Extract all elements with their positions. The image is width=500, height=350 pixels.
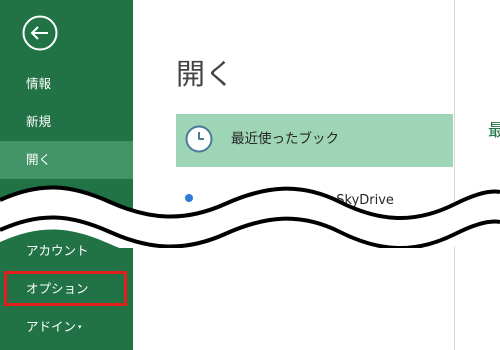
- page-title: 開く: [176, 57, 235, 91]
- sidebar-item-new[interactable]: 新規: [0, 103, 133, 141]
- place-recent-workbooks-label: 最近使ったブック: [231, 131, 339, 147]
- dropdown-caret-icon: ▾: [78, 323, 82, 331]
- back-arrow-icon: [22, 15, 58, 51]
- sidebar-item-info[interactable]: 情報: [0, 65, 133, 103]
- recent-list-heading: 最: [488, 121, 500, 141]
- skydrive-icon: [185, 194, 193, 202]
- sidebar-item-account[interactable]: アカウント: [0, 232, 133, 270]
- addins-label: アドイン: [26, 319, 77, 334]
- sidebar-item-open[interactable]: 開く: [0, 141, 133, 179]
- back-button[interactable]: [21, 14, 59, 52]
- place-skydrive-label: 都 さんの SkyDrive: [276, 193, 394, 208]
- sidebar-item-addins[interactable]: アドイン ▾: [0, 308, 133, 346]
- place-skydrive[interactable]: 都 さんの SkyDrive: [176, 185, 456, 215]
- sidebar-item-save[interactable]: 上書き保存: [0, 179, 133, 217]
- column-divider: [454, 0, 455, 350]
- place-recent-workbooks[interactable]: 最近使ったブック: [176, 114, 453, 167]
- clock-icon: [185, 125, 213, 153]
- options-highlight-outline: [4, 271, 127, 306]
